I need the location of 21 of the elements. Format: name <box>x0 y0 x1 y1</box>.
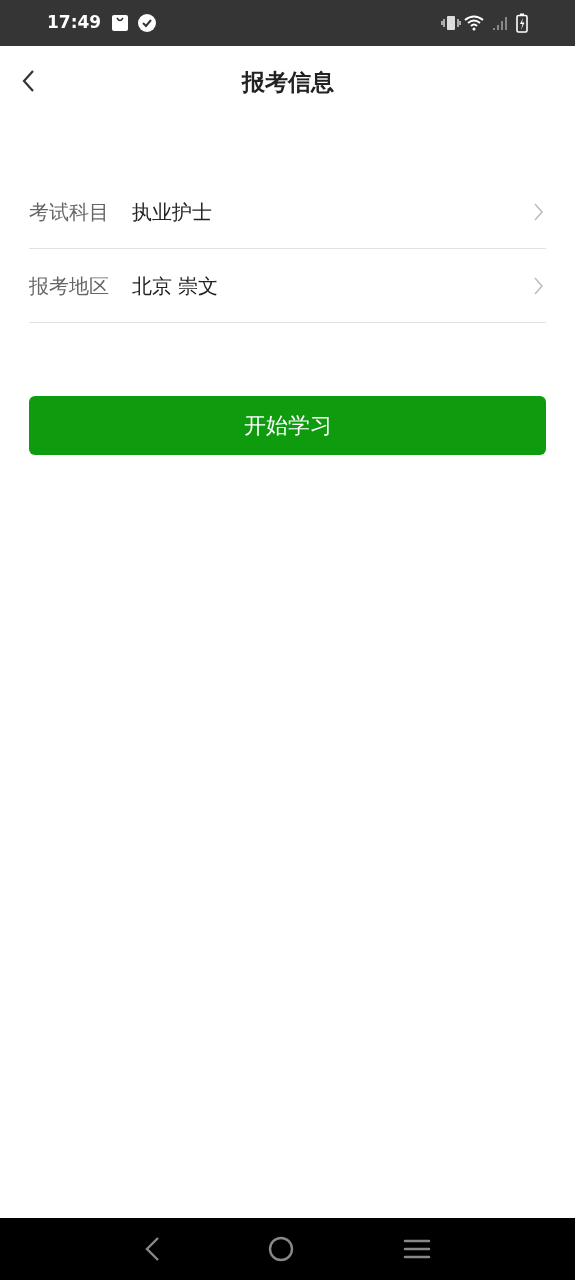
back-icon[interactable] <box>144 1236 161 1262</box>
home-icon[interactable] <box>268 1236 295 1262</box>
chevron-right-icon <box>533 276 543 295</box>
field-value: 执业护士 <box>132 198 213 226</box>
check-circle-icon <box>138 14 157 32</box>
signal-icon <box>492 15 510 31</box>
wifi-icon <box>464 15 484 31</box>
battery-icon <box>516 13 528 33</box>
vibrate-icon <box>441 15 461 31</box>
field-value: 北京 崇文 <box>132 272 220 300</box>
back-icon <box>21 69 35 93</box>
page-title: 报考信息 <box>241 67 334 97</box>
field-label: 考试科目 <box>29 198 110 226</box>
field-label: 报考地区 <box>29 272 110 300</box>
status-time: 17:49 <box>47 11 102 35</box>
form-row[interactable]: 考试科目 执业护士 <box>29 175 546 249</box>
start-learning-button[interactable]: 开始学习 <box>29 396 546 455</box>
menu-icon[interactable] <box>402 1238 431 1260</box>
shopping-bag-icon <box>111 14 130 32</box>
form-row[interactable]: 报考地区 北京 崇文 <box>29 249 546 323</box>
chevron-right-icon <box>533 202 543 221</box>
